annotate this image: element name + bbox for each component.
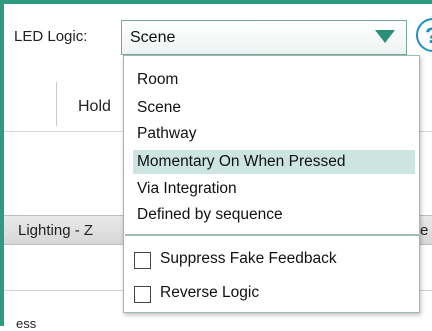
- suppress-fake-feedback-label: Suppress Fake Feedback: [160, 250, 337, 267]
- reverse-logic-label: Reverse Logic: [160, 284, 260, 301]
- help-icon[interactable]: ?: [416, 18, 432, 52]
- dropdown-toggle-button[interactable]: [363, 21, 406, 54]
- dropdown-separator: [125, 234, 420, 236]
- led-logic-label: LED Logic:: [14, 28, 88, 45]
- lighting-section-title: Lighting - Z: [18, 222, 94, 239]
- clipped-header-text: e: [420, 222, 429, 239]
- window-frame-top: [0, 0, 432, 4]
- option-via-integration[interactable]: Via Integration: [133, 177, 415, 201]
- option-scene[interactable]: Scene: [133, 96, 415, 120]
- window-frame-left: [0, 0, 4, 326]
- suppress-fake-feedback-checkbox[interactable]: [134, 252, 151, 269]
- reverse-logic-checkbox[interactable]: [134, 286, 151, 303]
- toolbar-divider: [56, 82, 57, 126]
- hold-label: Hold: [78, 98, 111, 115]
- clipped-bottom-text: ess: [16, 316, 37, 331]
- led-logic-select[interactable]: Scene: [121, 20, 407, 55]
- option-defined-by-sequence[interactable]: Defined by sequence: [133, 203, 415, 227]
- chevron-down-icon: [375, 30, 395, 43]
- help-glyph: ?: [425, 23, 432, 49]
- led-logic-dropdown-menu: Room Scene Pathway Momentary On When Pre…: [123, 55, 420, 313]
- led-logic-selected-value: Scene: [130, 29, 176, 46]
- option-pathway[interactable]: Pathway: [133, 122, 415, 146]
- option-room[interactable]: Room: [133, 68, 415, 92]
- option-momentary-on-when-pressed[interactable]: Momentary On When Pressed: [133, 150, 415, 174]
